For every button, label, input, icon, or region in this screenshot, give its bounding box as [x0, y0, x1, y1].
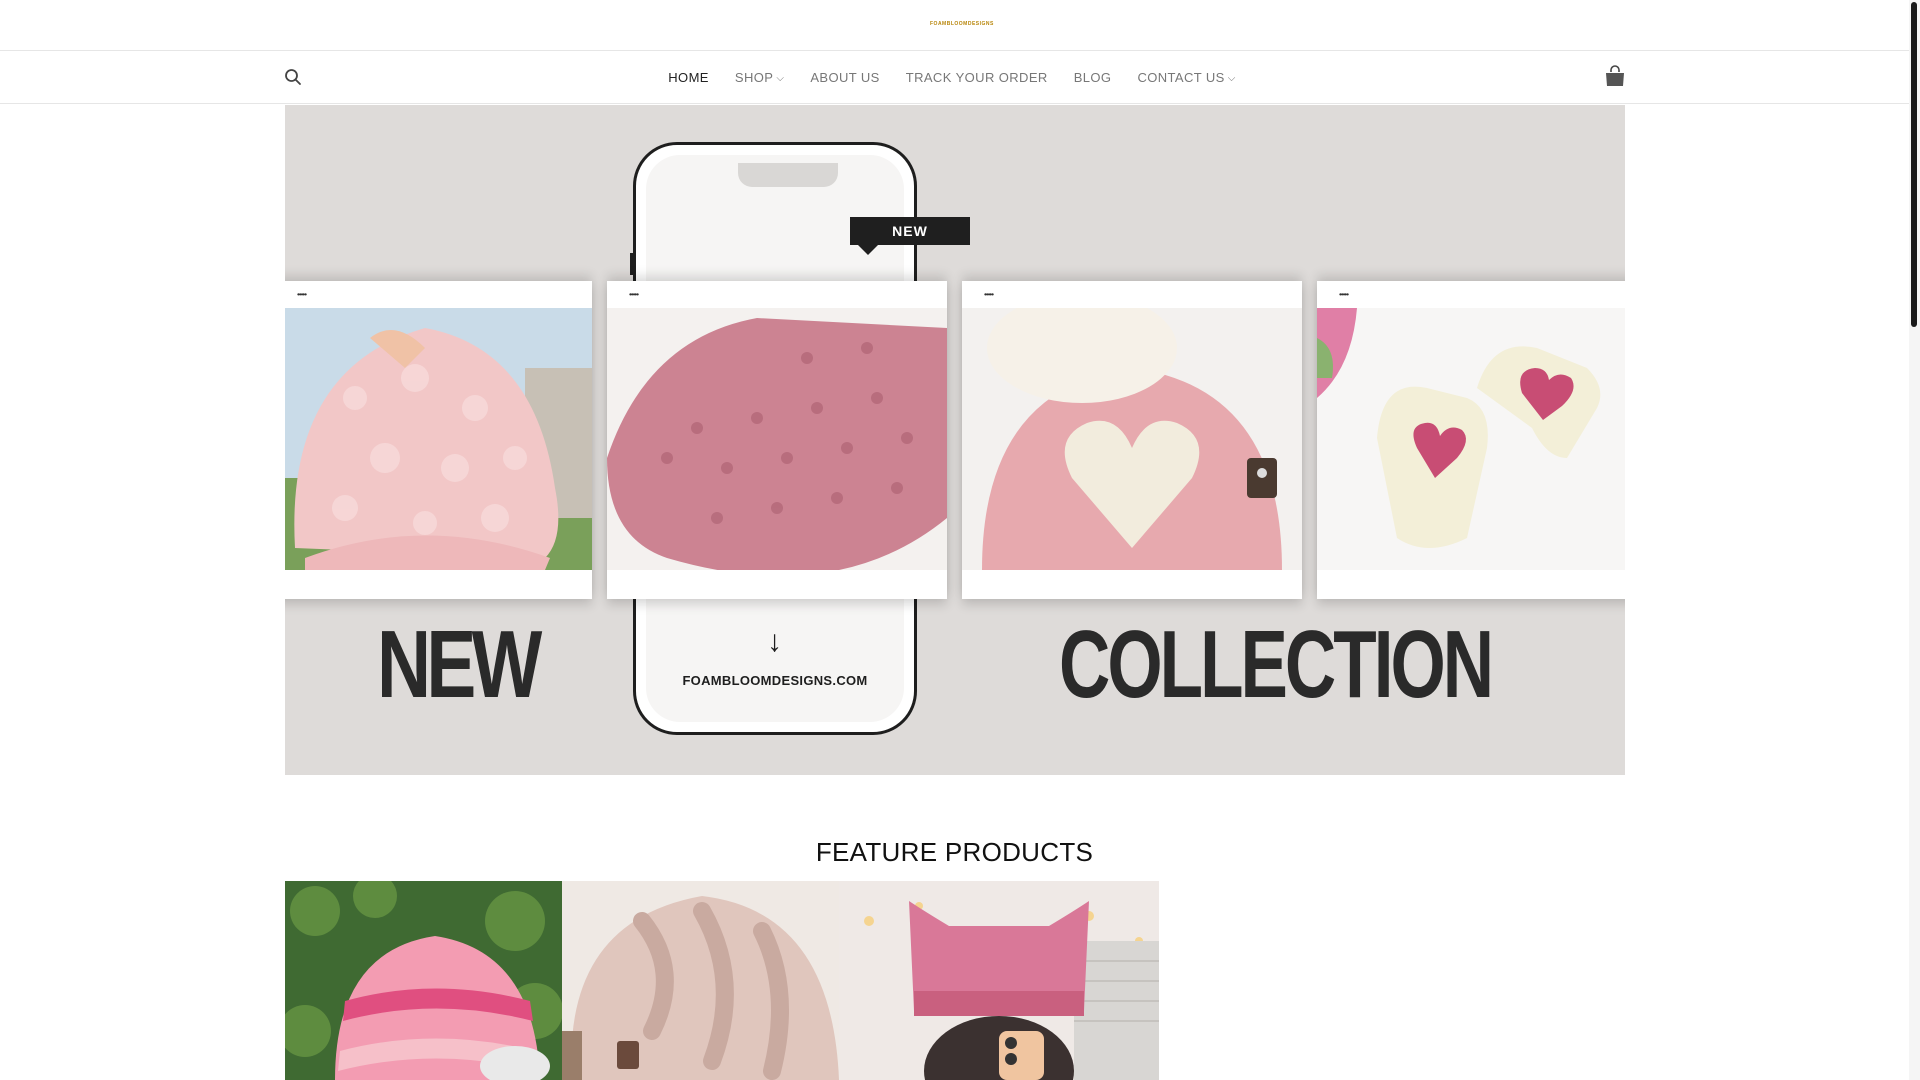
card-dots-icon: •••••: [984, 290, 994, 299]
nav-item-label: BLOG: [1073, 69, 1112, 85]
feature-products-heading: FEATURE PRODUCTS: [815, 837, 1094, 867]
card-dots-icon: •••••: [629, 290, 639, 299]
nav-item-label: CONTACT US: [1137, 69, 1225, 85]
hero-banner[interactable]: NEW ••••• ••••• ••••• ••••• ↓ FOAMBLOOMD…: [285, 105, 1625, 775]
product-photo-heart-pom-beanie: [962, 308, 1302, 570]
collection-card-heart-mittens: •••••: [1317, 281, 1625, 599]
product-image-striped-beanie: [285, 881, 562, 1080]
main-navigation-bar: HOME SHOP ⌵ ABOUT US TRACK YOUR ORDER BLO…: [0, 51, 1909, 104]
collection-card-crochet-headband: •••••: [607, 281, 947, 599]
product-card-cable-knit-beanie[interactable]: [562, 881, 839, 1080]
product-photo-heart-mittens: [1317, 308, 1625, 570]
card-dots-icon: •••••: [1339, 290, 1349, 299]
banner-site-url: FOAMBLOOMDESIGNS.COM: [682, 673, 868, 688]
nav-item-label: HOME: [668, 69, 709, 85]
phone-notch: [738, 163, 838, 187]
collection-card-heart-pom-beanie: •••••: [962, 281, 1302, 599]
nav-item-label: ABOUT US: [810, 69, 880, 85]
nav-item-label: SHOP: [734, 69, 774, 85]
product-photo-crochet-headband: [607, 308, 947, 570]
site-logo[interactable]: FOAMBLOOMDESIGNS: [930, 21, 994, 27]
nav-item-shop[interactable]: SHOP ⌵: [722, 70, 797, 85]
product-image-cable-knit-beanie: [562, 881, 839, 1080]
page-scrollbar[interactable]: [1909, 0, 1920, 1080]
product-image-cat-ear-beanie: [839, 881, 1159, 1080]
card-dots-icon: •••••: [297, 290, 307, 299]
new-badge: NEW: [850, 217, 970, 255]
product-card-striped-beanie[interactable]: [285, 881, 562, 1080]
collection-card-fluffy-beanie: •••••: [285, 281, 592, 599]
nav-item-about-us[interactable]: ABOUT US: [797, 70, 892, 85]
nav-item-contact-us[interactable]: CONTACT US ⌵: [1124, 70, 1248, 85]
top-header: FOAMBLOOMDESIGNS: [0, 0, 1909, 51]
product-card-cat-ear-beanie[interactable]: [839, 881, 1159, 1080]
feature-products-grid: [285, 881, 1159, 1080]
banner-headline-left: NEW: [377, 611, 542, 718]
nav-item-blog[interactable]: BLOG: [1061, 70, 1125, 85]
banner-headline-right: COLLECTION: [1059, 611, 1494, 718]
product-photo-fluffy-beanie: [285, 308, 592, 570]
nav-item-track-order[interactable]: TRACK YOUR ORDER: [893, 70, 1061, 85]
chevron-down-icon: ⌵: [1227, 72, 1236, 84]
scrollbar-thumb[interactable]: [1911, 2, 1917, 327]
nav-item-label: TRACK YOUR ORDER: [905, 69, 1048, 85]
shopping-bag-icon[interactable]: [1604, 64, 1626, 88]
chevron-down-icon: ⌵: [776, 72, 785, 84]
nav-item-home[interactable]: HOME: [655, 70, 722, 85]
arrow-down-icon: ↓: [767, 625, 782, 658]
phone-side-button: [630, 253, 634, 275]
